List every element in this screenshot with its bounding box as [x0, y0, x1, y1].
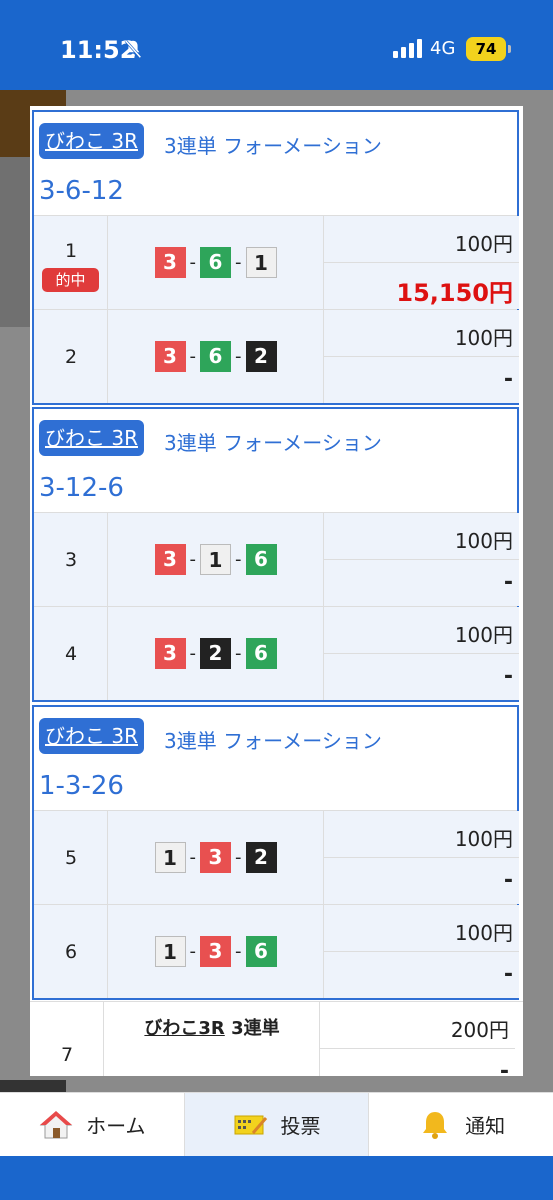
- bet-card: びわこ 3R 3連単 フォーメーション 3-6-12 1 的中 3- 6- 1 …: [32, 110, 519, 405]
- venue-link[interactable]: びわこ3R: [144, 1018, 224, 1039]
- stake-amount: 200円: [320, 1002, 515, 1049]
- bell-off-icon: [124, 39, 142, 59]
- boat-number: 1: [154, 842, 186, 873]
- home-indicator-area: [0, 1156, 553, 1200]
- row-number: 4: [64, 643, 78, 665]
- venue-link[interactable]: びわこ 3R: [39, 123, 144, 159]
- row-number: 5: [64, 847, 78, 869]
- bet-type-label: 3連単: [231, 1018, 280, 1039]
- table-row: 7 1- 2- 3 びわこ3R 3連単 200円 -: [30, 1001, 523, 1076]
- table-row: 4 3- 2- 6 100円 -: [34, 606, 519, 700]
- stake-amount: 100円: [324, 905, 519, 952]
- bet-card: びわこ 3R 3連単 フォーメーション 3-12-6 3 3- 1- 6 100…: [32, 407, 519, 702]
- table-row: 3 3- 1- 6 100円 -: [34, 512, 519, 606]
- stake-amount: 100円: [324, 607, 519, 654]
- bet-type-label: 3連単 フォーメーション: [164, 134, 382, 158]
- combination-label: 3-12-6: [39, 473, 124, 503]
- venue-link[interactable]: びわこ 3R: [39, 420, 144, 456]
- tab-home[interactable]: ホーム: [0, 1093, 184, 1156]
- payout-amount: -: [503, 962, 513, 987]
- boat-number: 2: [245, 341, 277, 372]
- payout-amount: -: [503, 367, 513, 392]
- payout-amount: -: [503, 570, 513, 595]
- bell-icon: [423, 1111, 448, 1139]
- tab-label: 投票: [280, 1114, 321, 1138]
- network-type: 4G: [430, 38, 456, 59]
- boat-number: 3: [200, 936, 231, 967]
- combination-label: 1-3-26: [39, 771, 124, 801]
- boat-number: 2: [200, 638, 231, 669]
- boat-combination: 1- 3- 6: [108, 905, 324, 998]
- bet-type-label: 3連単 フォーメーション: [164, 431, 382, 455]
- bet-summary: びわこ3R 3連単: [104, 1014, 320, 1040]
- stake-amount: 100円: [324, 513, 519, 560]
- boat-number: 3: [154, 544, 186, 575]
- tab-label: ホーム: [86, 1114, 146, 1138]
- boat-number: 6: [200, 247, 231, 278]
- boat-number: 1: [154, 936, 186, 967]
- status-bar: 11:52 4G 74: [0, 0, 553, 90]
- combination-label: 3-6-12: [39, 176, 124, 206]
- stake-amount: 100円: [324, 310, 519, 357]
- bet-type-label: 3連単 フォーメーション: [164, 729, 382, 753]
- battery-tip: [508, 45, 511, 53]
- boat-combination: 1- 3- 2: [108, 811, 324, 904]
- bet-detail-modal[interactable]: びわこ 3R 3連単 フォーメーション 3-6-12 1 的中 3- 6- 1 …: [30, 106, 523, 1076]
- row-number: 1: [64, 240, 78, 262]
- boat-number: 3: [154, 638, 186, 669]
- table-row: 1 的中 3- 6- 1 100円 15,150円: [34, 215, 519, 309]
- bet-card: びわこ 3R 3連単 フォーメーション 1-3-26 5 1- 3- 2 100…: [32, 705, 519, 1000]
- payout-amount: -: [499, 1059, 509, 1076]
- table-row: 6 1- 3- 6 100円 -: [34, 904, 519, 998]
- row-number: 2: [64, 346, 78, 368]
- venue-link[interactable]: びわこ 3R: [39, 718, 144, 754]
- boat-number: 2: [245, 842, 277, 873]
- boat-number: 1: [200, 544, 231, 575]
- signal-icon: [393, 38, 422, 58]
- row-number: 6: [64, 941, 78, 963]
- table-row: 2 3- 6- 2 100円 -: [34, 309, 519, 403]
- payout-amount: -: [503, 664, 513, 689]
- house-icon: [39, 1110, 73, 1138]
- stake-amount: 100円: [324, 811, 519, 858]
- boat-number: 6: [245, 936, 277, 967]
- payout-amount: -: [503, 868, 513, 893]
- ticket-pen-icon: [234, 1115, 267, 1134]
- boat-combination: 3- 6- 2: [108, 310, 324, 403]
- boat-number: 1: [245, 247, 277, 278]
- stake-amount: 100円: [324, 216, 519, 263]
- boat-number: 3: [200, 842, 231, 873]
- tab-notifications[interactable]: 通知: [369, 1093, 553, 1156]
- payout-amount: 15,150円: [396, 279, 513, 307]
- boat-combination: 3- 1- 6: [108, 513, 324, 606]
- battery-icon: 74: [466, 37, 506, 61]
- row-number: 7: [60, 1044, 74, 1066]
- boat-number: 6: [245, 544, 277, 575]
- table-row: 5 1- 3- 2 100円 -: [34, 810, 519, 904]
- boat-number: 6: [245, 638, 277, 669]
- boat-number: 3: [154, 341, 186, 372]
- boat-number: 3: [154, 247, 186, 278]
- hit-badge: 的中: [42, 268, 99, 292]
- boat-combination: 3- 2- 6: [108, 607, 324, 700]
- row-number: 3: [64, 549, 78, 571]
- boat-combination: 3- 6- 1: [108, 216, 324, 309]
- tab-vote[interactable]: 投票: [183, 1093, 370, 1156]
- bottom-tab-bar: ホーム 投票 通知: [0, 1092, 553, 1156]
- tab-label: 通知: [465, 1114, 506, 1138]
- boat-number: 6: [200, 341, 231, 372]
